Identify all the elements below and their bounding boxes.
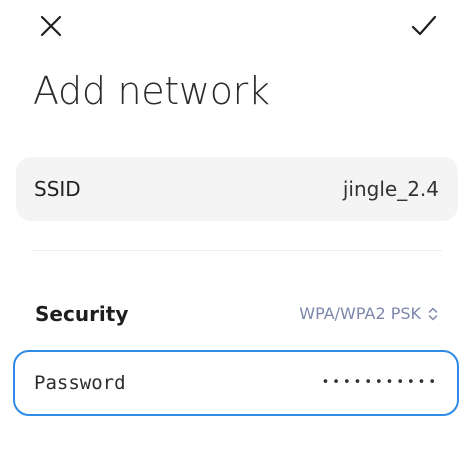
checkmark-icon (411, 15, 437, 36)
confirm-button[interactable] (404, 6, 444, 46)
password-input[interactable]: Password ••••••••••• (13, 350, 459, 416)
security-label: Security (35, 302, 129, 326)
security-value: WPA/WPA2 PSK (299, 304, 421, 323)
password-label: Password (34, 372, 126, 394)
close-button[interactable] (31, 6, 71, 46)
security-dropdown[interactable]: WPA/WPA2 PSK (299, 298, 438, 330)
ssid-label: SSID (34, 177, 81, 201)
close-icon (40, 15, 62, 37)
add-network-screen: Add network SSID jingle_2.4 Security WPA… (0, 0, 474, 453)
chevron-up-down-icon (428, 307, 438, 321)
ssid-field[interactable]: SSID jingle_2.4 (16, 157, 458, 221)
password-masked-value: ••••••••••• (321, 375, 439, 390)
ssid-value: jingle_2.4 (342, 177, 439, 201)
page-title: Add network (33, 69, 270, 113)
divider (33, 250, 442, 251)
top-bar (0, 0, 474, 52)
